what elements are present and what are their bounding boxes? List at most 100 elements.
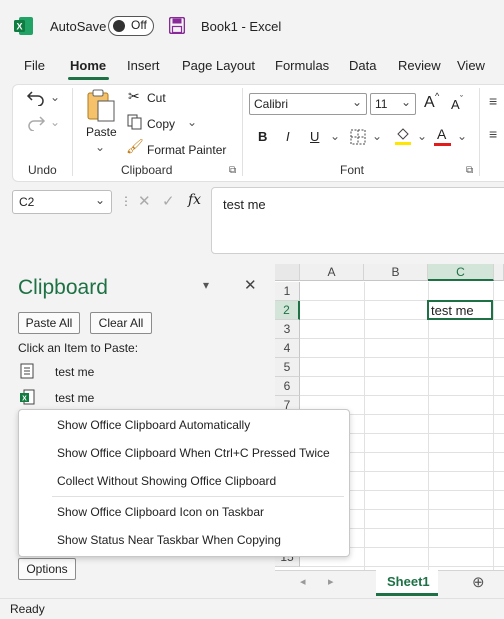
clipboard-item[interactable]: test me <box>55 391 94 405</box>
redo-dropdown-icon[interactable]: ⌄ <box>50 115 60 129</box>
grow-font-button[interactable]: A <box>424 94 435 112</box>
sheet-tab-sheet1[interactable]: Sheet1 <box>376 570 438 596</box>
paste-dropdown-icon[interactable]: ⌄ <box>95 140 105 154</box>
tab-formulas[interactable]: Formulas <box>273 58 331 73</box>
sheet-tab-label: Sheet1 <box>387 574 430 589</box>
column-header[interactable]: A <box>300 264 364 281</box>
menu-separator <box>52 496 344 497</box>
row-header[interactable]: 6 <box>275 377 300 396</box>
scroll-right-icon[interactable]: ▸ <box>328 575 334 588</box>
paste-icon[interactable] <box>86 88 116 122</box>
active-cell[interactable]: test me <box>427 300 493 320</box>
font-group-label: Font <box>340 163 365 177</box>
gridline <box>300 395 504 396</box>
status-bar: Ready <box>0 598 504 619</box>
row-header[interactable]: 5 <box>275 358 300 377</box>
undo-icon[interactable] <box>26 88 46 106</box>
column-header[interactable]: C <box>428 264 494 281</box>
clipboard-instruction: Click an Item to Paste: <box>18 341 139 355</box>
font-name-select[interactable]: Calibri ⌄ <box>249 93 367 115</box>
row-header[interactable]: 1 <box>275 282 300 301</box>
paste-all-button[interactable]: Paste All <box>18 312 80 334</box>
align-top-icon[interactable]: ≡ <box>489 93 497 109</box>
grow-arrow-icon: ^ <box>435 91 440 101</box>
font-color-button[interactable]: A <box>437 126 446 142</box>
underline-dropdown-icon[interactable]: ⌄ <box>330 129 340 143</box>
close-icon[interactable]: ✕ <box>244 276 257 294</box>
pane-options-chevron-icon[interactable]: ▾ <box>203 278 209 292</box>
excel-item-icon: X <box>20 389 35 405</box>
ribbon-separator <box>242 88 243 176</box>
paste-button[interactable]: Paste <box>86 125 117 139</box>
excel-logo-icon: X <box>14 17 33 35</box>
menu-item-show-icon-taskbar[interactable]: Show Office Clipboard Icon on Taskbar <box>57 505 264 519</box>
text-document-icon <box>20 363 34 379</box>
insert-function-button[interactable]: fx <box>188 192 201 208</box>
options-button[interactable]: Options <box>18 558 76 580</box>
clear-all-button[interactable]: Clear All <box>90 312 152 334</box>
add-sheet-icon[interactable]: ⊕ <box>472 573 485 591</box>
clipboard-launcher-icon[interactable]: ⧉ <box>229 165 236 176</box>
chevron-down-icon: ⌄ <box>400 95 411 109</box>
format-painter-button[interactable]: Format Painter <box>147 143 226 157</box>
cancel-icon[interactable]: ✕ <box>138 192 151 210</box>
clipboard-item[interactable]: test me <box>55 365 94 379</box>
copy-dropdown-icon[interactable]: ⌄ <box>187 115 197 129</box>
gridline <box>300 338 504 339</box>
gridline <box>300 566 504 567</box>
tab-page-layout[interactable]: Page Layout <box>180 58 257 73</box>
gridline <box>428 282 429 570</box>
align-left-icon[interactable]: ≡ <box>489 126 497 142</box>
underline-button[interactable]: U <box>310 129 319 144</box>
fill-color-dropdown-icon[interactable]: ⌄ <box>417 129 427 143</box>
active-tab-indicator <box>68 77 109 80</box>
tab-data[interactable]: Data <box>347 58 378 73</box>
row-header[interactable]: 3 <box>275 320 300 339</box>
row-header[interactable]: 4 <box>275 339 300 358</box>
tab-insert[interactable]: Insert <box>125 58 162 73</box>
font-size-select[interactable]: 11 ⌄ <box>370 93 416 115</box>
font-name-value: Calibri <box>254 97 289 111</box>
row-header[interactable]: 2 <box>275 301 300 320</box>
more-options-icon: ⋮ <box>120 194 132 208</box>
menu-item-show-status-taskbar[interactable]: Show Status Near Taskbar When Copying <box>57 533 281 547</box>
fill-color-icon[interactable] <box>394 126 412 146</box>
document-title: Book1 - Excel <box>201 19 282 34</box>
italic-button[interactable]: I <box>286 129 290 144</box>
font-color-bar <box>434 143 451 146</box>
redo-icon[interactable] <box>26 113 46 131</box>
column-header[interactable] <box>494 264 504 281</box>
menu-item-collect-without-showing[interactable]: Collect Without Showing Office Clipboard <box>57 474 276 488</box>
chevron-down-icon: ⌄ <box>94 193 105 207</box>
menu-item-show-ctrl-c-twice[interactable]: Show Office Clipboard When Ctrl+C Presse… <box>57 446 330 460</box>
font-color-dropdown-icon[interactable]: ⌄ <box>457 129 467 143</box>
tab-file[interactable]: File <box>22 58 47 73</box>
menu-item-show-automatically[interactable]: Show Office Clipboard Automatically <box>57 418 250 432</box>
gridline <box>300 357 504 358</box>
column-header[interactable]: B <box>364 264 428 281</box>
tab-home[interactable]: Home <box>68 58 108 73</box>
toggle-knob <box>113 20 125 32</box>
status-text: Ready <box>10 602 45 616</box>
cut-button[interactable]: Cut <box>147 91 166 105</box>
bold-button[interactable]: B <box>258 129 267 144</box>
save-icon[interactable] <box>169 17 185 34</box>
borders-dropdown-icon[interactable]: ⌄ <box>372 129 382 143</box>
formula-input[interactable]: test me <box>211 187 504 254</box>
borders-icon[interactable] <box>350 129 366 145</box>
enter-icon[interactable]: ✓ <box>162 192 175 210</box>
autosave-label: AutoSave <box>50 19 107 34</box>
name-box[interactable]: C2 ⌄ <box>12 190 112 214</box>
select-all-corner[interactable] <box>275 264 300 281</box>
undo-dropdown-icon[interactable]: ⌄ <box>50 90 60 104</box>
tab-review[interactable]: Review <box>396 58 443 73</box>
scroll-left-icon[interactable]: ◂ <box>300 575 306 588</box>
font-launcher-icon[interactable]: ⧉ <box>466 165 473 176</box>
clipboard-group-label: Clipboard <box>121 163 173 177</box>
shrink-arrow-icon: ˇ <box>460 94 463 104</box>
shrink-font-button[interactable]: A <box>451 97 460 112</box>
tab-view[interactable]: View <box>455 58 487 73</box>
gridline <box>300 376 504 377</box>
autosave-toggle[interactable]: Off <box>108 16 154 36</box>
copy-button[interactable]: Copy <box>147 117 175 131</box>
